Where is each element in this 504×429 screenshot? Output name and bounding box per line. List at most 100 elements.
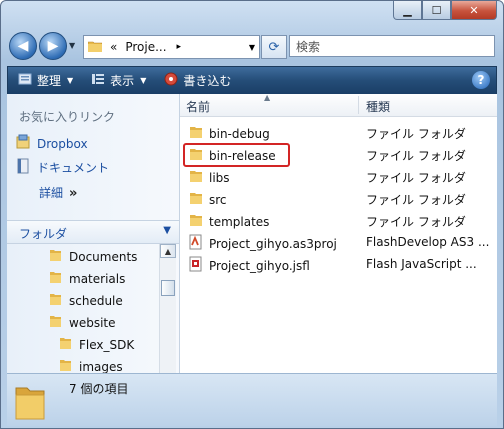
views-button[interactable]: 表示 ▼ bbox=[91, 72, 146, 89]
tree-item-materials[interactable]: materials bbox=[49, 270, 125, 287]
file-name-label: Project_gihyo.as3proj bbox=[209, 236, 337, 251]
favorite-documents[interactable]: ドキュメント bbox=[15, 158, 109, 177]
file-name-label: Project_gihyo.jsfl bbox=[209, 258, 310, 273]
tree-item-label: Flex_SDK bbox=[79, 337, 135, 352]
burn-label: 書き込む bbox=[183, 74, 232, 88]
address-dropdown-icon[interactable]: ▼ bbox=[249, 43, 255, 52]
file-name-label: templates bbox=[209, 214, 270, 229]
back-button[interactable]: ◀ bbox=[9, 32, 37, 60]
folder-tree-scrollbar[interactable]: ▲ bbox=[159, 244, 176, 373]
folders-header-label: フォルダ bbox=[19, 227, 68, 241]
tree-item-flex-sdk[interactable]: Flex_SDK bbox=[59, 336, 134, 353]
tree-item-images[interactable]: images bbox=[59, 358, 123, 373]
column-type[interactable]: 種類 bbox=[366, 98, 390, 115]
folder-icon bbox=[49, 314, 63, 331]
documents-icon bbox=[15, 158, 31, 177]
caption-buttons: ▁ ☐ ✕ bbox=[393, 1, 497, 21]
navigation-pane: お気に入りリンク Dropbox ドキュメント 詳細 » フォルダ ▼ Docum… bbox=[7, 94, 180, 373]
breadcrumb-project[interactable]: Proje... bbox=[125, 40, 166, 54]
address-row: ◀ ▶ ▼ « Proje... ▸ ▼ ⟳ 検索 bbox=[9, 32, 495, 62]
column-name[interactable]: 名前 bbox=[186, 98, 210, 115]
sort-ascending-icon: ▲ bbox=[264, 93, 271, 102]
organize-icon bbox=[18, 72, 32, 89]
tree-item-label: website bbox=[69, 315, 116, 330]
file-list-pane: ▲ 名前 種類 bin-debug ファイル フォルダ bin-release … bbox=[180, 93, 497, 373]
jsfl-file-icon bbox=[188, 256, 204, 275]
file-type: ファイル フォルダ bbox=[366, 149, 466, 163]
organize-button[interactable]: 整理 ▼ bbox=[18, 72, 73, 89]
recent-pages-dropdown[interactable]: ▼ bbox=[69, 41, 75, 50]
file-row-bin-debug[interactable]: bin-debug ファイル フォルダ bbox=[180, 121, 497, 143]
tree-item-documents[interactable]: Documents bbox=[49, 248, 137, 265]
file-type: Flash JavaScript ... bbox=[366, 257, 477, 271]
close-button[interactable]: ✕ bbox=[451, 1, 497, 20]
tree-item-website[interactable]: website bbox=[49, 314, 116, 331]
scroll-thumb[interactable] bbox=[161, 280, 175, 296]
more-label: 詳細 bbox=[39, 186, 64, 200]
file-row-bin-release[interactable]: bin-release ファイル フォルダ bbox=[180, 143, 497, 167]
folder-icon bbox=[49, 248, 63, 265]
file-name: templates bbox=[188, 212, 269, 231]
breadcrumb-arrow-icon[interactable]: ▸ bbox=[177, 42, 182, 52]
folder-icon bbox=[188, 212, 204, 231]
favorite-documents-label: ドキュメント bbox=[37, 161, 110, 175]
file-row-libs[interactable]: libs ファイル フォルダ bbox=[180, 165, 497, 187]
maximize-button[interactable]: ☐ bbox=[422, 1, 451, 20]
file-name: bin-debug bbox=[188, 124, 270, 143]
views-dropdown-icon: ▼ bbox=[140, 76, 147, 85]
burn-button[interactable]: 書き込む bbox=[164, 72, 231, 89]
minimize-button[interactable]: ▁ bbox=[393, 1, 422, 20]
file-name: libs bbox=[188, 168, 230, 187]
folder-icon bbox=[49, 270, 63, 287]
more-links[interactable]: 詳細 » bbox=[39, 184, 77, 201]
refresh-button[interactable]: ⟳ bbox=[261, 35, 287, 59]
tree-item-label: materials bbox=[69, 271, 126, 286]
breadcrumb-overflow[interactable]: « bbox=[110, 40, 117, 54]
file-type: ファイル フォルダ bbox=[366, 215, 466, 229]
views-icon bbox=[91, 72, 105, 89]
search-placeholder: 検索 bbox=[296, 39, 321, 54]
address-bar[interactable]: « Proje... ▸ ▼ bbox=[83, 35, 260, 59]
scroll-up-arrow-icon[interactable]: ▲ bbox=[160, 244, 176, 258]
forward-button[interactable]: ▶ bbox=[39, 32, 67, 60]
more-chevron-icon: » bbox=[69, 186, 78, 201]
file-name-label: libs bbox=[209, 170, 230, 185]
file-row-jsfl[interactable]: Project_gihyo.jsfl Flash JavaScript ... bbox=[180, 253, 497, 275]
organize-label: 整理 bbox=[37, 74, 62, 88]
favorite-dropbox[interactable]: Dropbox bbox=[15, 134, 88, 153]
refresh-icon: ⟳ bbox=[268, 39, 280, 55]
highlight-box bbox=[183, 143, 290, 167]
file-type: ファイル フォルダ bbox=[366, 171, 466, 185]
search-input[interactable]: 検索 bbox=[289, 35, 495, 57]
favorites-title: お気に入りリンク bbox=[19, 110, 116, 124]
file-name-label: src bbox=[209, 192, 227, 207]
views-label: 表示 bbox=[110, 74, 135, 88]
folder-icon bbox=[49, 292, 63, 309]
back-arrow-icon: ◀ bbox=[17, 38, 29, 54]
help-icon: ? bbox=[477, 73, 485, 87]
file-row-templates[interactable]: templates ファイル フォルダ bbox=[180, 209, 497, 231]
file-name: Project_gihyo.jsfl bbox=[188, 256, 310, 275]
burn-disc-icon bbox=[164, 72, 178, 89]
as3proj-file-icon bbox=[188, 234, 204, 253]
file-row-src[interactable]: src ファイル フォルダ bbox=[180, 187, 497, 209]
organize-dropdown-icon: ▼ bbox=[67, 76, 74, 85]
help-button[interactable]: ? bbox=[472, 71, 490, 89]
item-count: 7 個の項目 bbox=[69, 382, 129, 396]
folder-icon bbox=[188, 168, 204, 187]
folders-header[interactable]: フォルダ ▼ bbox=[7, 220, 179, 244]
details-pane: 7 個の項目 bbox=[7, 373, 497, 426]
dropbox-icon bbox=[15, 134, 31, 153]
file-name-label: bin-debug bbox=[209, 126, 270, 141]
folder-icon bbox=[87, 40, 103, 55]
folder-icon bbox=[59, 336, 73, 353]
folder-icon bbox=[188, 124, 204, 143]
column-divider[interactable] bbox=[358, 96, 359, 114]
tree-item-schedule[interactable]: schedule bbox=[49, 292, 123, 309]
favorite-dropbox-label: Dropbox bbox=[37, 136, 88, 151]
column-header: ▲ 名前 種類 bbox=[180, 93, 497, 117]
folder-tree: Documents materials schedule website Fle… bbox=[7, 244, 157, 373]
file-row-as3proj[interactable]: Project_gihyo.as3proj FlashDevelop AS3 .… bbox=[180, 231, 497, 253]
folder-icon bbox=[188, 190, 204, 209]
file-name: bin-release bbox=[183, 143, 290, 167]
